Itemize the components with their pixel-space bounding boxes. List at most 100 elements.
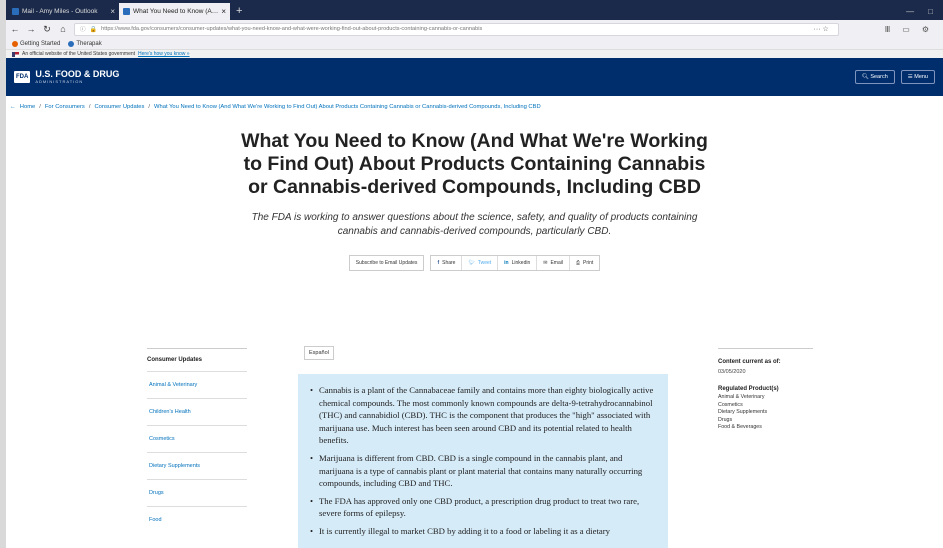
list-item: Animal & Veterinary bbox=[718, 394, 765, 400]
bookmark-getting-started[interactable]: Getting Started bbox=[12, 40, 61, 47]
language-toggle-button[interactable]: Español bbox=[304, 346, 334, 360]
key-facts-list: Cannabis is a plant of the Cannabaceae f… bbox=[310, 384, 656, 538]
sidebar-item-animal-veterinary[interactable]: Animal & Veterinary bbox=[147, 371, 247, 398]
article-hero: What You Need to Know (And What We're Wo… bbox=[6, 118, 943, 271]
reload-icon[interactable]: ↻ bbox=[42, 24, 52, 35]
envelope-icon: ✉ bbox=[543, 260, 548, 266]
forward-icon[interactable]: → bbox=[26, 24, 36, 34]
print-button[interactable]: ⎙ Print bbox=[569, 256, 600, 270]
list-item: Cannabis is a plant of the Cannabaceae f… bbox=[310, 384, 656, 447]
new-tab-button[interactable]: + bbox=[230, 3, 248, 20]
sidebar-item-childrens-health[interactable]: Children's Health bbox=[147, 398, 247, 425]
fda-logo[interactable]: FDA U.S. FOOD & DRUG ADMINISTRATION bbox=[14, 70, 119, 84]
facebook-share-button[interactable]: f Share bbox=[431, 256, 463, 270]
breadcrumb-back-icon: ← bbox=[10, 104, 16, 110]
breadcrumb-consumer-updates[interactable]: Consumer Updates bbox=[94, 104, 144, 110]
back-icon[interactable]: ← bbox=[10, 24, 20, 34]
list-item: It is currently illegal to market CBD by… bbox=[310, 525, 656, 538]
share-group: f Share 🐦︎ Tweet in Linkedin ✉ Email ⎙ P… bbox=[430, 255, 601, 271]
tab-outlook[interactable]: Mail - Amy Miles - Outlook × bbox=[8, 3, 119, 20]
key-facts-box: Cannabis is a plant of the Cannabaceae f… bbox=[298, 374, 668, 548]
tab-fda-article[interactable]: What You Need to Know (And W... × bbox=[119, 3, 230, 20]
fda-favicon-icon bbox=[123, 8, 130, 15]
close-icon[interactable]: × bbox=[221, 7, 226, 16]
tab-bar: Mail - Amy Miles - Outlook × What You Ne… bbox=[6, 0, 943, 20]
page-title: What You Need to Know (And What We're Wo… bbox=[241, 130, 708, 198]
list-item: Dietary Supplements bbox=[718, 409, 768, 415]
breadcrumb-current: What You Need to Know (And What We're Wo… bbox=[154, 104, 541, 110]
library-icon[interactable]: Ⅲ bbox=[885, 25, 891, 34]
print-label: Print bbox=[582, 260, 594, 266]
gov-banner-link[interactable]: Here's how you know » bbox=[138, 51, 190, 57]
linkedin-icon: in bbox=[504, 260, 509, 266]
content-current-date: 03/05/2020 bbox=[718, 369, 746, 375]
info-icon[interactable]: ⓘ bbox=[80, 25, 86, 33]
breadcrumb-separator: / bbox=[39, 104, 41, 110]
url-text: https://www.fda.gov/consumers/consumer-u… bbox=[101, 26, 483, 32]
sidebar-heading: Consumer Updates bbox=[147, 348, 247, 371]
menu-label: Menu bbox=[914, 74, 928, 80]
bookmark-label: Therapak bbox=[76, 40, 102, 47]
email-share-button[interactable]: ✉ Email bbox=[537, 256, 570, 270]
firefox-icon bbox=[12, 40, 18, 47]
sidebar-icon[interactable]: ▭ bbox=[902, 25, 910, 34]
twitter-share-button[interactable]: 🐦︎ Tweet bbox=[462, 256, 499, 270]
content-current-label: Content current as of: bbox=[718, 359, 781, 365]
menu-button[interactable]: ☰ Menu bbox=[900, 70, 935, 84]
agency-name: U.S. FOOD & DRUG bbox=[35, 69, 120, 79]
list-item: The FDA has approved only one CBD produc… bbox=[310, 495, 656, 520]
list-item: Food & Beverages bbox=[718, 424, 762, 430]
list-item: Marijuana is different from CBD. CBD is … bbox=[310, 452, 656, 490]
globe-icon bbox=[68, 40, 75, 47]
bookmarks-bar: Getting Started Therapak bbox=[6, 38, 943, 50]
tab-title: What You Need to Know (And W... bbox=[133, 8, 219, 15]
twitter-icon: 🐦︎ bbox=[468, 260, 475, 266]
hamburger-icon: ☰ bbox=[907, 74, 913, 80]
gov-banner: An official website of the United States… bbox=[6, 50, 943, 58]
close-icon[interactable]: × bbox=[110, 7, 115, 16]
browser-window: Mail - Amy Miles - Outlook × What You Ne… bbox=[0, 0, 943, 548]
window-controls: — □ bbox=[896, 7, 943, 20]
breadcrumb-separator: / bbox=[148, 104, 151, 110]
page-actions-icon[interactable]: ··· ☆ bbox=[814, 25, 833, 33]
email-share-label: Email bbox=[550, 260, 563, 266]
bookmark-therapak[interactable]: Therapak bbox=[68, 40, 102, 47]
outlook-icon bbox=[12, 8, 19, 15]
lock-icon: 🔒 bbox=[89, 26, 98, 33]
breadcrumb: ← Home / For Consumers / Consumer Update… bbox=[6, 96, 943, 118]
bookmark-label: Getting Started bbox=[20, 40, 61, 47]
breadcrumb-separator: / bbox=[88, 104, 91, 110]
address-bar[interactable]: ⓘ 🔒 https://www.fda.gov/consumers/consum… bbox=[74, 22, 839, 36]
regulated-products-list: Animal & Veterinary Cosmetics Dietary Su… bbox=[718, 394, 813, 432]
facebook-share-label: Share bbox=[442, 260, 456, 266]
list-item: Cosmetics bbox=[718, 401, 743, 408]
sidebar-item-cosmetics[interactable]: Cosmetics bbox=[147, 425, 247, 452]
home-icon[interactable]: ⌂ bbox=[58, 24, 68, 34]
sidebar-item-food[interactable]: Food bbox=[147, 506, 247, 533]
maximize-icon[interactable]: □ bbox=[928, 7, 933, 16]
tab-title: Mail - Amy Miles - Outlook bbox=[22, 8, 98, 15]
search-button[interactable]: 🔍︎ Search bbox=[854, 70, 895, 84]
breadcrumb-for-consumers[interactable]: For Consumers bbox=[45, 104, 85, 110]
search-icon: 🔍︎ bbox=[861, 74, 869, 80]
subscribe-button[interactable]: Subscribe to Email Updates bbox=[348, 255, 425, 271]
sidebar-item-drugs[interactable]: Drugs bbox=[147, 479, 247, 506]
sidebar-item-dietary-supplements[interactable]: Dietary Supplements bbox=[147, 452, 247, 479]
facebook-icon: f bbox=[437, 260, 440, 266]
toolbar-icons: Ⅲ ▭ ⚙ bbox=[845, 25, 939, 34]
article-meta: Content current as of: 03/05/2020 Regula… bbox=[718, 348, 813, 432]
extension-icon[interactable]: ⚙ bbox=[922, 25, 929, 34]
list-item: Drugs bbox=[718, 416, 733, 423]
fda-logo-mark: FDA bbox=[14, 71, 31, 83]
minimize-icon[interactable]: — bbox=[906, 7, 914, 16]
regulated-products-heading: Regulated Product(s) bbox=[718, 386, 779, 392]
share-bar: Subscribe to Email Updates f Share 🐦︎ Tw… bbox=[6, 255, 943, 271]
consumer-updates-sidebar: Consumer Updates Animal & Veterinary Chi… bbox=[147, 348, 247, 533]
twitter-share-label: Tweet bbox=[477, 260, 492, 266]
article-lede: The FDA is working to answer questions a… bbox=[251, 212, 698, 237]
us-flag-icon bbox=[12, 51, 19, 57]
breadcrumb-home[interactable]: Home bbox=[20, 104, 35, 110]
printer-icon: ⎙ bbox=[575, 260, 580, 266]
navigation-bar: ← → ↻ ⌂ ⓘ 🔒 https://www.fda.gov/consumer… bbox=[6, 20, 943, 38]
linkedin-share-button[interactable]: in Linkedin bbox=[498, 256, 538, 270]
